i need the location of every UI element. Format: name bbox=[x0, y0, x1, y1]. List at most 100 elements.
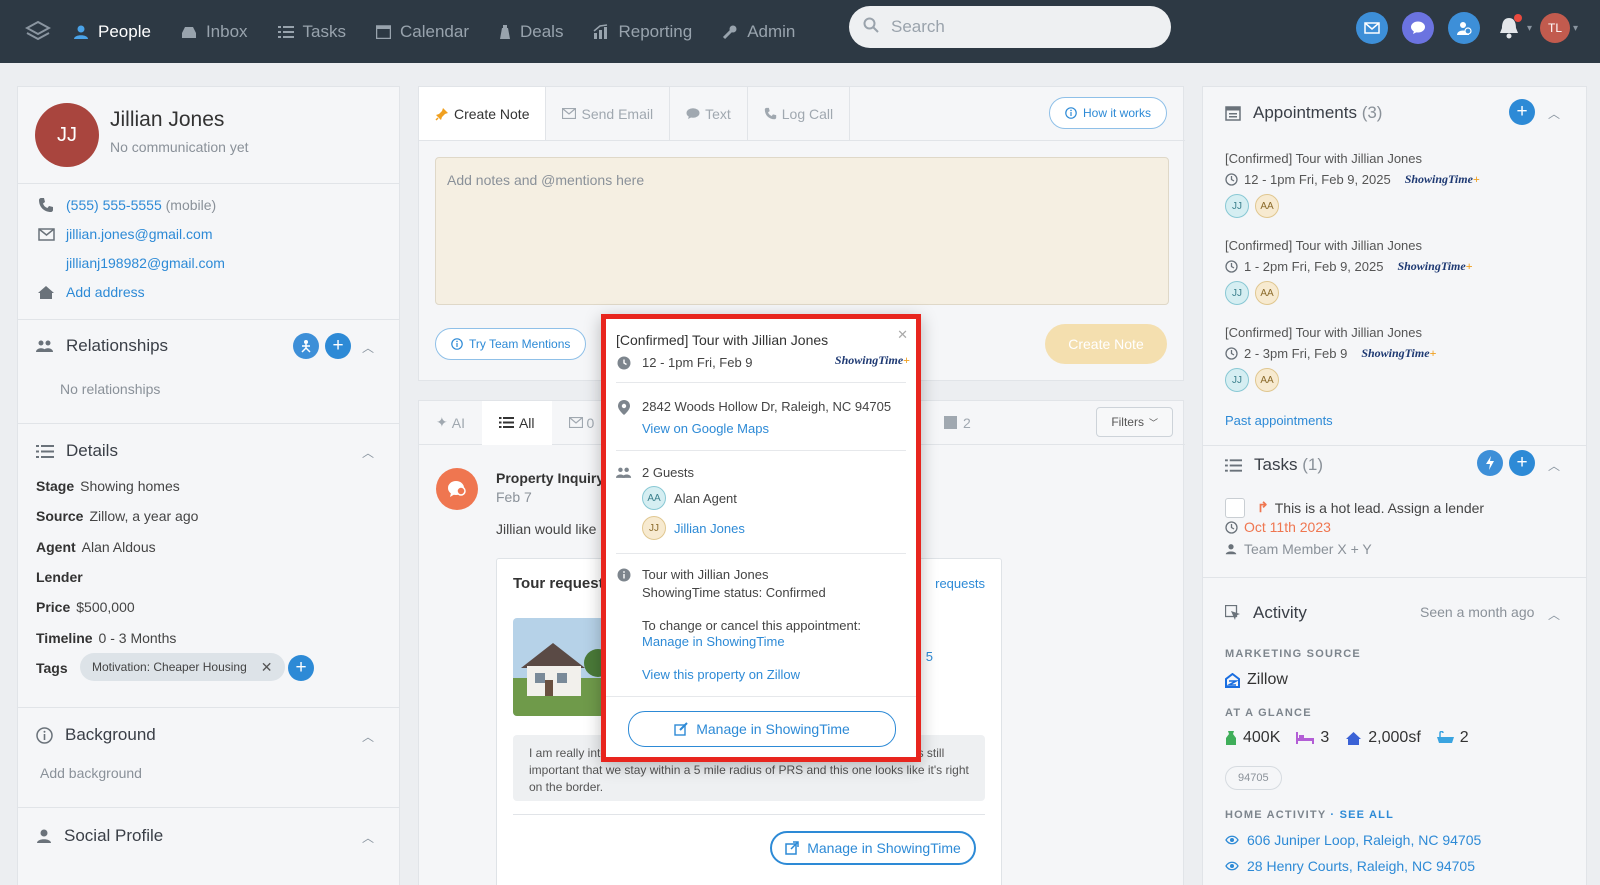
popup-info-line2: ShowingTime status: Confirmed bbox=[642, 585, 826, 600]
user-avatar[interactable]: TL bbox=[1540, 13, 1571, 43]
detail-source[interactable]: Source Zillow, a year ago bbox=[36, 508, 198, 524]
phone-link[interactable]: (555) 555-5555 bbox=[66, 197, 162, 213]
background-header[interactable]: Background bbox=[36, 725, 156, 745]
home-activity-link[interactable]: 28 Henry Courts, Raleigh, NC 94705 bbox=[1247, 858, 1475, 874]
guest-row[interactable]: AA Alan Agent bbox=[642, 486, 737, 510]
past-appointments-link[interactable]: Past appointments bbox=[1225, 413, 1333, 428]
close-icon[interactable]: ✕ bbox=[897, 327, 908, 343]
nav-deals[interactable]: Deals bbox=[499, 22, 563, 42]
contact-sidebar: JJ Jillian Jones No communication yet (5… bbox=[17, 86, 400, 885]
chevron-up-icon[interactable]: ︿ bbox=[1548, 105, 1560, 122]
create-note-button[interactable]: Create Note bbox=[1045, 324, 1167, 364]
google-maps-link[interactable]: View on Google Maps bbox=[642, 421, 769, 436]
tab-all[interactable]: All bbox=[481, 400, 552, 445]
nav-admin[interactable]: Admin bbox=[722, 22, 795, 42]
appointment-item[interactable]: [Confirmed] Tour with Jillian Jones 12 -… bbox=[1225, 151, 1480, 218]
card-link[interactable]: requests bbox=[935, 576, 985, 591]
nav-people[interactable]: People bbox=[73, 22, 151, 42]
tasks-header[interactable]: Tasks (1) bbox=[1225, 455, 1323, 475]
appointments-header[interactable]: Appointments (3) bbox=[1225, 103, 1382, 123]
email-link-secondary[interactable]: jillianj198982@gmail.com bbox=[66, 255, 225, 271]
search-bar[interactable] bbox=[849, 6, 1171, 48]
guest-chip-aa[interactable]: AA bbox=[1255, 368, 1279, 392]
popup-manage-button[interactable]: Manage in ShowingTime bbox=[628, 711, 896, 747]
feed-item-title[interactable]: Property Inquiry bbox=[496, 470, 604, 486]
appointment-item[interactable]: [Confirmed] Tour with Jillian Jones 2 - … bbox=[1225, 325, 1436, 392]
manage-showingtime-link[interactable]: Manage in ShowingTime bbox=[642, 634, 785, 649]
see-all-link[interactable]: SEE ALL bbox=[1340, 809, 1394, 821]
appointment-item[interactable]: [Confirmed] Tour with Jillian Jones 1 - … bbox=[1225, 238, 1473, 305]
tab-create-note[interactable]: Create Note bbox=[419, 87, 547, 140]
tab-ai[interactable]: ✦ AI bbox=[419, 401, 482, 445]
guest-row[interactable]: JJ Jillian Jones bbox=[642, 516, 745, 540]
detail-stage[interactable]: Stage Showing homes bbox=[36, 478, 180, 494]
chevron-up-icon[interactable]: ︿ bbox=[362, 339, 374, 356]
detail-agent[interactable]: Agent Alan Aldous bbox=[36, 539, 156, 555]
filters-dropdown[interactable]: Filters ﹀ bbox=[1096, 407, 1173, 437]
add-background-link[interactable]: Add background bbox=[40, 765, 142, 781]
chevron-up-icon[interactable]: ︿ bbox=[362, 829, 374, 846]
task-checkbox[interactable] bbox=[1225, 498, 1245, 521]
guest-link[interactable]: Jillian Jones bbox=[674, 521, 745, 536]
add-task-button[interactable]: + bbox=[1509, 450, 1535, 476]
nav-reporting-label: Reporting bbox=[618, 21, 693, 41]
search-input[interactable] bbox=[891, 17, 1131, 37]
chevron-up-icon[interactable]: ︿ bbox=[1548, 457, 1560, 474]
try-team-mentions-button[interactable]: Try Team Mentions bbox=[435, 328, 587, 360]
bell-icon[interactable] bbox=[1494, 13, 1524, 43]
add-address-link[interactable]: Add address bbox=[66, 284, 145, 300]
tab-notes[interactable]: 2 bbox=[927, 401, 988, 445]
relationship-link-button[interactable] bbox=[293, 333, 319, 359]
contact-name[interactable]: Jillian Jones bbox=[110, 108, 224, 132]
nav-calendar[interactable]: Calendar bbox=[376, 22, 469, 42]
note-textarea[interactable]: Add notes and @mentions here bbox=[435, 157, 1169, 305]
add-appointment-button[interactable]: + bbox=[1509, 99, 1535, 125]
manage-showingtime-button[interactable]: Manage in ShowingTime bbox=[770, 831, 976, 865]
guest-chip-jj[interactable]: JJ bbox=[1225, 194, 1249, 218]
social-profile-header[interactable]: Social Profile bbox=[36, 826, 163, 846]
nav-inbox[interactable]: Inbox bbox=[181, 22, 248, 42]
remove-tag-icon[interactable]: ✕ bbox=[261, 659, 273, 676]
add-tag-button[interactable]: + bbox=[288, 655, 314, 681]
tab-text[interactable]: Text bbox=[670, 87, 748, 140]
tasks-count: (1) bbox=[1302, 455, 1323, 474]
detail-lender[interactable]: Lender bbox=[36, 569, 89, 585]
lead-icon[interactable] bbox=[1448, 12, 1480, 44]
guest-chip-jj[interactable]: JJ bbox=[1225, 368, 1249, 392]
nav-reporting[interactable]: Reporting bbox=[593, 22, 692, 42]
chat-icon[interactable] bbox=[1402, 12, 1434, 44]
card-link-fragment[interactable]: 5 bbox=[926, 649, 933, 664]
activity-header[interactable]: Activity bbox=[1225, 603, 1307, 623]
mail-icon[interactable] bbox=[1356, 12, 1388, 44]
zip-badge[interactable]: 94705 bbox=[1225, 766, 1282, 790]
chevron-up-icon[interactable]: ︿ bbox=[362, 728, 374, 745]
email-link-primary[interactable]: jillian.jones@gmail.com bbox=[66, 226, 213, 242]
task-title[interactable]: ↱ This is a hot lead. Assign a lender bbox=[1257, 499, 1484, 516]
app-logo-icon[interactable] bbox=[23, 17, 53, 47]
chevron-up-icon[interactable]: ︿ bbox=[1548, 606, 1560, 623]
detail-timeline[interactable]: Timeline 0 - 3 Months bbox=[36, 630, 176, 646]
add-relationship-button[interactable]: + bbox=[325, 333, 351, 359]
chevron-down-icon[interactable]: ▾ bbox=[1573, 23, 1578, 34]
details-header[interactable]: Details bbox=[36, 441, 118, 461]
chevron-up-icon[interactable]: ︿ bbox=[362, 444, 374, 461]
property-photo[interactable] bbox=[513, 618, 613, 716]
nav-tasks[interactable]: Tasks bbox=[277, 22, 346, 42]
quick-task-button[interactable] bbox=[1477, 450, 1503, 476]
detail-label: Agent bbox=[36, 539, 76, 555]
task-text: This is a hot lead. Assign a lender bbox=[1274, 499, 1485, 516]
guest-chip-jj[interactable]: JJ bbox=[1225, 281, 1249, 305]
tab-log-call[interactable]: Log Call bbox=[748, 87, 851, 140]
zillow-link[interactable]: View this property on Zillow bbox=[642, 667, 800, 682]
relationships-header[interactable]: Relationships bbox=[36, 336, 168, 356]
home-activity-item[interactable]: 606 Juniper Loop, Raleigh, NC 94705 bbox=[1225, 832, 1481, 848]
checkbox[interactable] bbox=[1225, 498, 1245, 518]
home-activity-item[interactable]: 28 Henry Courts, Raleigh, NC 94705 bbox=[1225, 858, 1475, 874]
home-activity-link[interactable]: 606 Juniper Loop, Raleigh, NC 94705 bbox=[1247, 832, 1481, 848]
how-it-works-button[interactable]: How it works bbox=[1048, 97, 1167, 129]
guest-chip-aa[interactable]: AA bbox=[1255, 281, 1279, 305]
chevron-down-icon[interactable]: ▾ bbox=[1527, 23, 1532, 34]
guest-chip-aa[interactable]: AA bbox=[1255, 194, 1279, 218]
tab-send-email[interactable]: Send Email bbox=[546, 87, 671, 140]
detail-price[interactable]: Price $500,000 bbox=[36, 599, 135, 615]
